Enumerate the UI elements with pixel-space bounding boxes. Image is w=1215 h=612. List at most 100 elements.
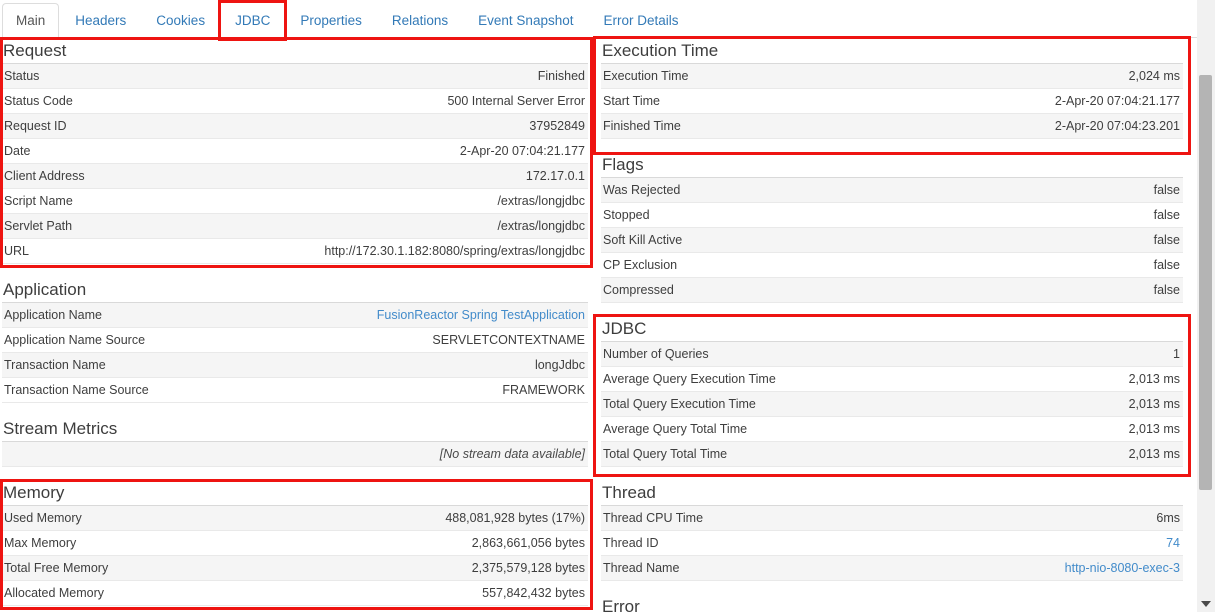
metric-value-link[interactable]: http-nio-8080-exec-3 <box>1065 556 1183 580</box>
metric-label: Transaction Name <box>2 353 106 377</box>
row-thread-id: Thread ID 74 <box>601 531 1183 556</box>
metric-value: [No stream data available] <box>440 442 588 466</box>
tab-error-details[interactable]: Error Details <box>589 3 692 38</box>
metric-label: Thread CPU Time <box>601 506 703 530</box>
metric-value: 172.17.0.1 <box>526 164 588 188</box>
metric-label: Average Query Total Time <box>601 417 747 441</box>
metric-label: Total Query Total Time <box>601 442 727 466</box>
metric-label: Stopped <box>601 203 650 227</box>
row-stream-metrics: [No stream data available] <box>2 442 588 467</box>
metric-label: Thread Name <box>601 556 679 580</box>
section-title-jdbc: JDBC <box>601 318 1183 342</box>
section-rows: [No stream data available] <box>2 442 588 467</box>
metric-value: 37952849 <box>529 114 588 138</box>
section-execution-time: Execution TimeExecution Time2,024 msStar… <box>601 40 1183 139</box>
metric-value: false <box>1154 203 1183 227</box>
row-compressed: Compressedfalse <box>601 278 1183 303</box>
section-error: Error <box>601 596 1183 612</box>
vertical-scrollbar[interactable] <box>1197 0 1215 612</box>
tab-properties[interactable]: Properties <box>286 3 376 38</box>
scrollbar-thumb[interactable] <box>1199 75 1212 490</box>
row-thread-cpu-time: Thread CPU Time6ms <box>601 506 1183 531</box>
metric-value: FRAMEWORK <box>502 378 588 402</box>
section-rows: Number of Queries 1 Average Query Executio… <box>601 342 1183 467</box>
section-title-memory: Memory <box>2 482 588 506</box>
metric-label: URL <box>2 239 29 263</box>
row-total-query-total-time: Total Query Total Time2,013 ms <box>601 442 1183 467</box>
metric-value-link[interactable]: 74 <box>1166 531 1183 555</box>
row-date: Date 2-Apr-20 07:04:21.177 <box>2 139 588 164</box>
metric-label: Average Query Execution Time <box>601 367 776 391</box>
section-title-thread: Thread <box>601 482 1183 506</box>
section-flags: FlagsWas RejectedfalseStoppedfalseSoft K… <box>601 154 1183 303</box>
metric-label: Transaction Name Source <box>2 378 149 402</box>
row-stopped: Stopped false <box>601 203 1183 228</box>
tab-relations[interactable]: Relations <box>378 3 462 38</box>
row-execution-time: Execution Time2,024 ms <box>601 64 1183 89</box>
metric-value: 2,013 ms <box>1129 392 1183 416</box>
metric-label: Compressed <box>601 278 674 302</box>
metric-label: Number of Queries <box>601 342 709 366</box>
metric-value: 500 Internal Server Error <box>447 89 588 113</box>
row-script-name: Script Name/extras/longjdbc <box>2 189 588 214</box>
section-thread: ThreadThread CPU Time6msThread ID74Threa… <box>601 482 1183 581</box>
row-application-name-source: Application Name SourceSERVLETCONTEXTNAM… <box>2 328 588 353</box>
left-column: RequestStatusFinishedStatus Code500 Inte… <box>2 40 588 606</box>
row-was-rejected: Was Rejectedfalse <box>601 178 1183 203</box>
row-status: Status Finished <box>2 64 588 89</box>
metric-value: 488,081,928 bytes (17%) <box>445 506 588 530</box>
metric-value: 1 <box>1173 342 1183 366</box>
metric-label: Allocated Memory <box>2 581 104 605</box>
section-application: ApplicationApplication NameFusionReactor… <box>2 279 588 403</box>
metric-label: Was Rejected <box>601 178 680 202</box>
metric-label: Client Address <box>2 164 85 188</box>
row-finished-time: Finished Time2-Apr-20 07:04:23.201 <box>601 114 1183 139</box>
section-stream-metrics: Stream Metrics[No stream data available] <box>2 418 588 467</box>
section-title-stream-metrics: Stream Metrics <box>2 418 588 442</box>
metric-label: Finished Time <box>601 114 681 138</box>
tab-cookies[interactable]: Cookies <box>142 3 219 38</box>
row-status-code: Status Code 500 Internal Server Error <box>2 89 588 114</box>
right-column: Execution TimeExecution Time2,024 msStar… <box>601 40 1183 612</box>
section-title-flags: Flags <box>601 154 1183 178</box>
metric-label: Status <box>2 64 39 88</box>
tab-main[interactable]: Main <box>2 3 59 38</box>
scrollbar-down-arrow-icon[interactable] <box>1201 601 1211 607</box>
section-memory: MemoryUsed Memory 488,081,928 bytes (17%)… <box>2 482 588 606</box>
section-rows: Thread CPU Time6msThread ID74Thread Name… <box>601 506 1183 581</box>
metric-label: Status Code <box>2 89 73 113</box>
tab-event-snapshot[interactable]: Event Snapshot <box>464 3 587 38</box>
metric-label: Request ID <box>2 114 67 138</box>
metric-label: Script Name <box>2 189 73 213</box>
section-jdbc: JDBCNumber of Queries 1 Average Query Exec… <box>601 318 1183 467</box>
row-servlet-path: Servlet Path/extras/longjdbc <box>2 214 588 239</box>
metric-value: 2,013 ms <box>1129 367 1183 391</box>
row-average-query-total-time: Average Query Total Time 2,013 ms <box>601 417 1183 442</box>
metric-value: 2-Apr-20 07:04:21.177 <box>460 139 588 163</box>
section-rows: Status Finished Status Code 500 Internal Se… <box>2 64 588 264</box>
row-thread-name: Thread Name http-nio-8080-exec-3 <box>601 556 1183 581</box>
tab-jdbc[interactable]: JDBC <box>221 3 284 38</box>
metric-label: Thread ID <box>601 531 659 555</box>
row-request-id: Request ID 37952849 <box>2 114 588 139</box>
row-transaction-name-source: Transaction Name Source FRAMEWORK <box>2 378 588 403</box>
metric-value-link[interactable]: FusionReactor Spring TestApplication <box>377 303 588 327</box>
section-request: RequestStatusFinishedStatus Code500 Inte… <box>2 40 588 264</box>
metric-label: Application Name Source <box>2 328 145 352</box>
metric-label: Total Free Memory <box>2 556 108 580</box>
row-total-free-memory: Total Free Memory2,375,579,128 bytes <box>2 556 588 581</box>
metric-value: /extras/longjdbc <box>497 214 588 238</box>
row-total-query-execution-time: Total Query Execution Time2,013 ms <box>601 392 1183 417</box>
metric-label: Date <box>2 139 30 163</box>
tab-headers[interactable]: Headers <box>61 3 140 38</box>
row-allocated-memory: Allocated Memory557,842,432 bytes <box>2 581 588 606</box>
metric-label: Soft Kill Active <box>601 228 682 252</box>
metric-value: false <box>1154 228 1183 252</box>
metric-label: Used Memory <box>2 506 82 530</box>
metric-value: 2,863,661,056 bytes <box>472 531 588 555</box>
metric-value: 2,013 ms <box>1129 417 1183 441</box>
metric-value: Finished <box>538 64 588 88</box>
row-client-address: Client Address 172.17.0.1 <box>2 164 588 189</box>
metric-label: Max Memory <box>2 531 76 555</box>
section-title-execution-time: Execution Time <box>601 40 1183 64</box>
